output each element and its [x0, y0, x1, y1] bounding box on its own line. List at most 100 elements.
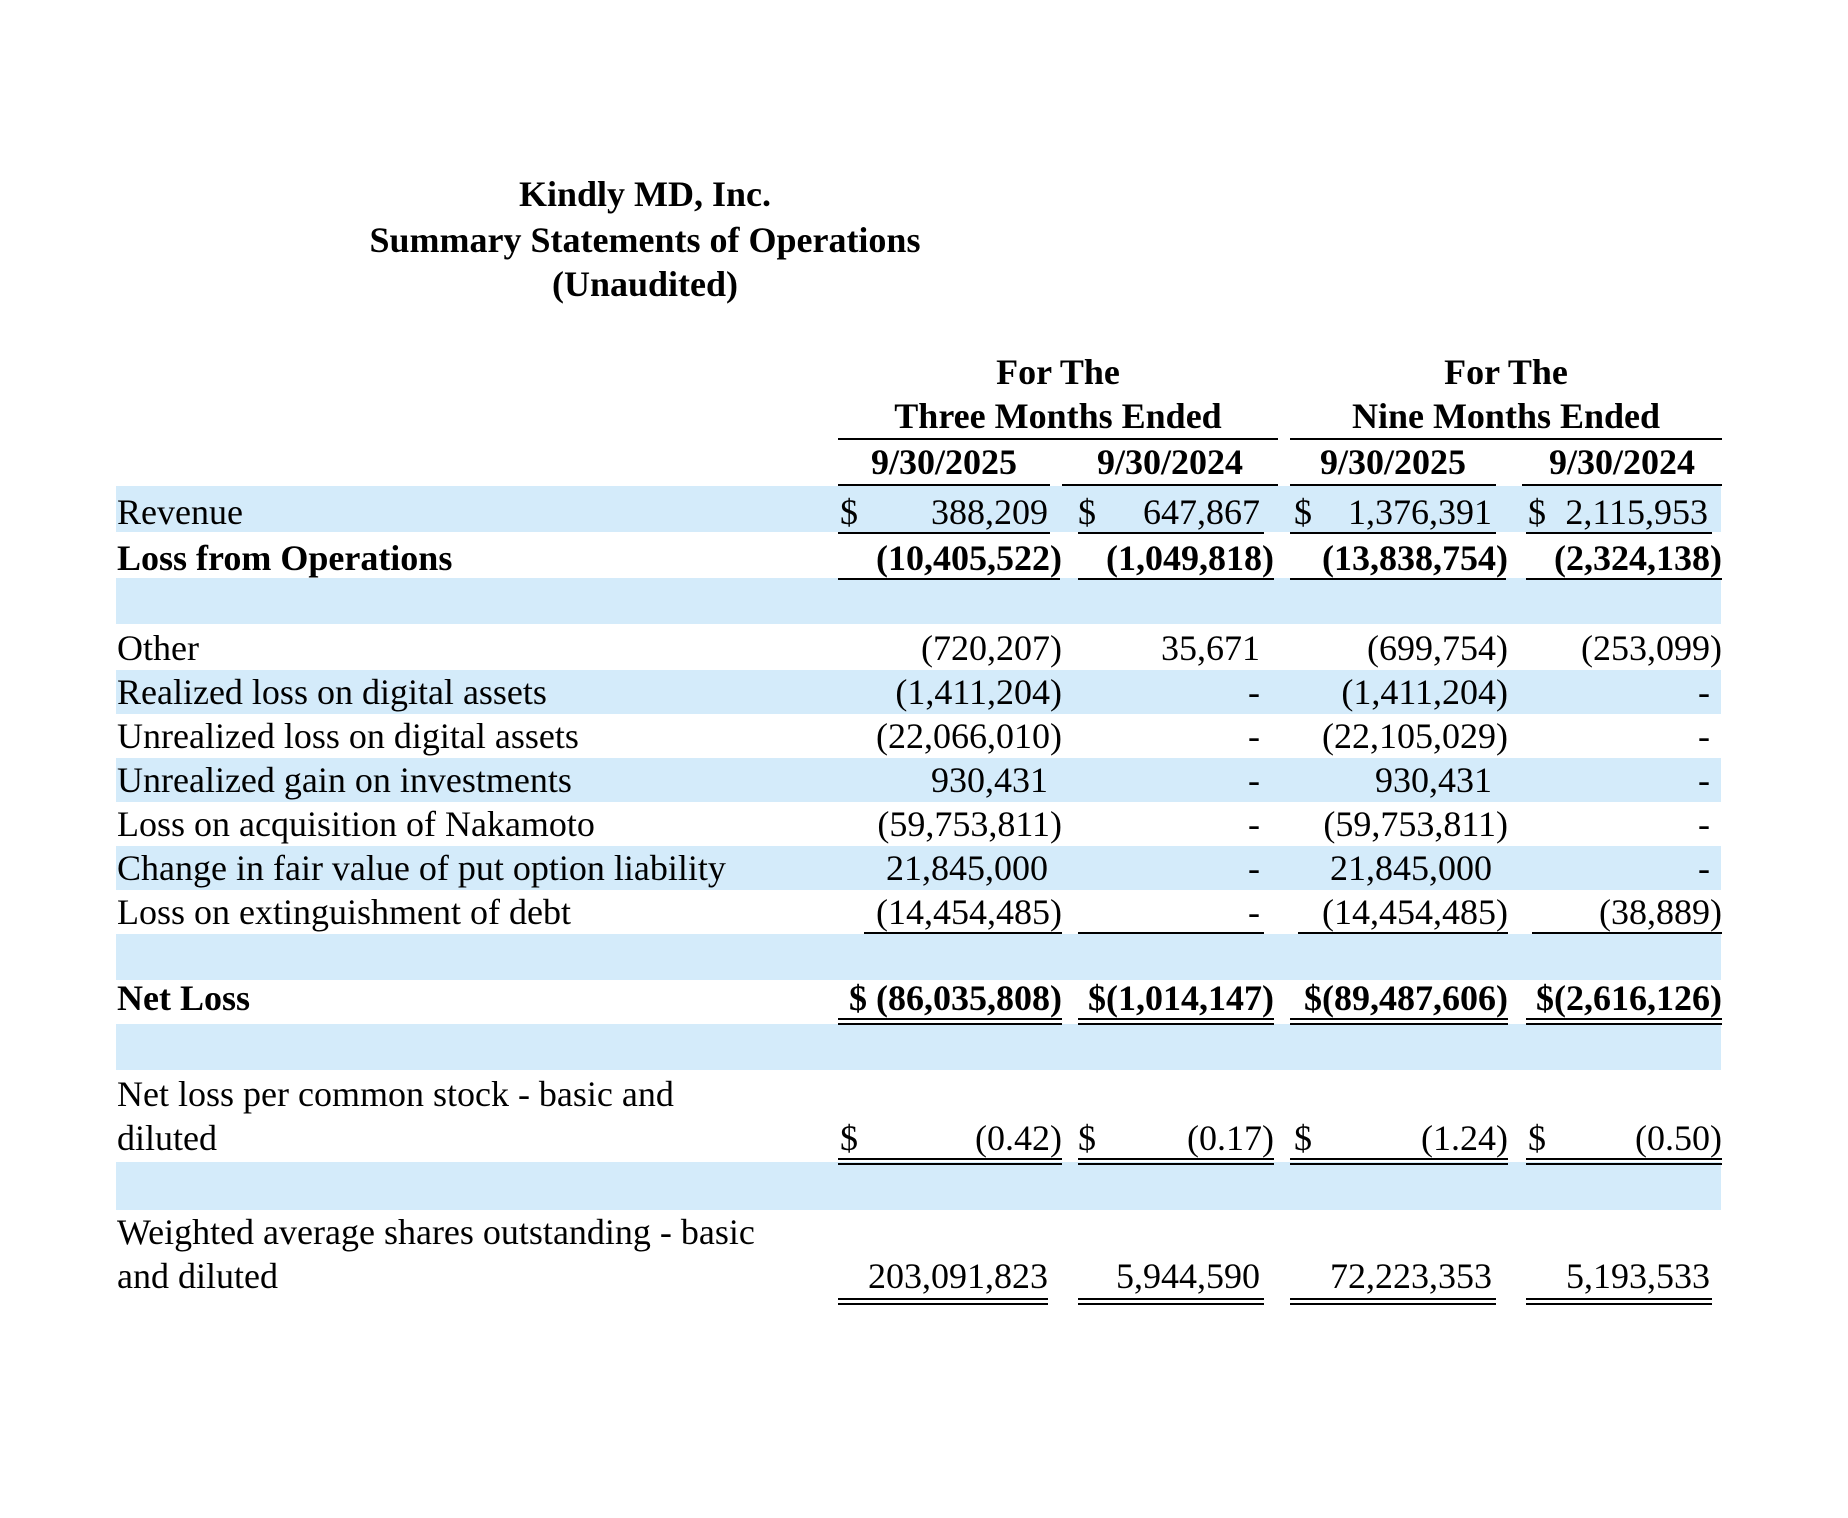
net-loss-per-share-double-underline-3	[1290, 1158, 1508, 1165]
row-label-loss-on-acquisition: Loss on acquisition of Nakamoto	[117, 804, 595, 844]
row-band-spacer-3	[116, 1024, 1721, 1070]
loss-on-acquisition-col3: (59,753,811)	[1323, 804, 1508, 844]
other-subtotal-underline-3	[1298, 932, 1508, 934]
currency-symbol: $	[1078, 1118, 1096, 1158]
revenue-underline-4	[1526, 532, 1712, 534]
weighted-shares-col4: 5,193,533	[1566, 1256, 1710, 1296]
nine-months-header-line2: Nine Months Ended	[1351, 396, 1661, 436]
weighted-shares-double-underline-1	[838, 1298, 1048, 1305]
weighted-shares-col3: 72,223,353	[1330, 1256, 1492, 1296]
unrealized-loss-col3: (22,105,029)	[1322, 716, 1508, 756]
net-loss-double-underline-3	[1290, 1018, 1508, 1025]
unrealized-gain-col1: 930,431	[931, 760, 1048, 800]
currency-symbol: $	[1294, 492, 1312, 532]
cell-value: 388,209	[931, 492, 1048, 532]
net-loss-per-share-double-underline-2	[1078, 1158, 1274, 1165]
cell-value: (0.42)	[975, 1118, 1062, 1158]
realized-loss-col2: -	[1248, 672, 1260, 712]
other-col2: 35,671	[1161, 628, 1260, 668]
row-band-spacer-4	[116, 1162, 1721, 1210]
cell-value: 2,115,953	[1565, 492, 1708, 532]
audit-status: (Unaudited)	[551, 264, 739, 304]
loss-on-extinguishment-col4: (38,889)	[1599, 892, 1722, 932]
loss-from-operations-underline-2	[1078, 578, 1274, 580]
revenue-underline-3	[1290, 532, 1496, 534]
net-loss-col3: $(89,487,606)	[1304, 978, 1508, 1018]
loss-from-operations-col4: (2,324,138)	[1554, 538, 1722, 578]
row-label-put-option-change: Change in fair value of put option liabi…	[117, 848, 726, 888]
other-col1: (720,207)	[921, 628, 1062, 668]
row-label-unrealized-gain: Unrealized gain on investments	[117, 760, 572, 800]
row-label-revenue: Revenue	[117, 492, 243, 532]
cell-value: (1.24)	[1421, 1118, 1508, 1158]
cell-value: (0.17)	[1187, 1118, 1274, 1158]
row-label-unrealized-loss: Unrealized loss on digital assets	[117, 716, 579, 756]
loss-on-extinguishment-col2: -	[1248, 892, 1260, 932]
loss-on-extinguishment-col1: (14,454,485)	[876, 892, 1062, 932]
net-loss-double-underline-1	[838, 1018, 1062, 1025]
row-label-weighted-shares-line1: Weighted average shares outstanding - ba…	[117, 1212, 755, 1252]
statement-title: Summary Statements of Operations	[369, 220, 921, 260]
loss-on-extinguishment-col3: (14,454,485)	[1322, 892, 1508, 932]
other-col4: (253,099)	[1581, 628, 1722, 668]
column-header-4: 9/30/2024	[1548, 442, 1695, 482]
row-label-net-loss-per-share-line1: Net loss per common stock - basic and	[117, 1074, 674, 1114]
row-label-loss-on-extinguishment: Loss on extinguishment of debt	[117, 892, 571, 932]
loss-from-operations-underline-4	[1526, 578, 1722, 580]
loss-from-operations-underline-1	[838, 578, 1060, 580]
row-band-spacer-1	[116, 578, 1721, 624]
net-loss-col2: $(1,014,147)	[1088, 978, 1274, 1018]
unrealized-gain-col2: -	[1248, 760, 1260, 800]
column-header-3: 9/30/2025	[1319, 442, 1466, 482]
currency-symbol: $	[840, 492, 858, 532]
loss-on-acquisition-col4: -	[1698, 804, 1710, 844]
put-option-change-col3: 21,845,000	[1330, 848, 1492, 888]
weighted-shares-double-underline-4	[1526, 1298, 1712, 1305]
unrealized-gain-col3: 930,431	[1375, 760, 1492, 800]
company-name: Kindly MD, Inc.	[518, 174, 772, 214]
net-loss-col4: $(2,616,126)	[1536, 978, 1722, 1018]
loss-on-acquisition-col1: (59,753,811)	[877, 804, 1062, 844]
other-subtotal-underline-4	[1532, 932, 1722, 934]
put-option-change-col1: 21,845,000	[886, 848, 1048, 888]
net-loss-per-share-double-underline-1	[838, 1158, 1062, 1165]
row-label-other: Other	[117, 628, 199, 668]
unrealized-loss-col1: (22,066,010)	[876, 716, 1062, 756]
other-subtotal-underline-2	[1078, 932, 1264, 934]
row-band-spacer-2	[116, 934, 1721, 980]
cell-value: (0.50)	[1635, 1118, 1722, 1158]
loss-from-operations-col3: (13,838,754)	[1322, 538, 1508, 578]
currency-symbol: $	[1528, 1118, 1546, 1158]
three-months-header-line1: For The	[996, 352, 1120, 392]
put-option-change-col4: -	[1698, 848, 1710, 888]
loss-on-acquisition-col2: -	[1248, 804, 1260, 844]
row-label-net-loss-per-share-line2: diluted	[117, 1118, 217, 1158]
realized-loss-col1: (1,411,204)	[895, 672, 1062, 712]
put-option-change-col2: -	[1248, 848, 1260, 888]
currency-symbol: $	[840, 1118, 858, 1158]
realized-loss-col3: (1,411,204)	[1341, 672, 1508, 712]
nine-months-header-line1: For The	[1444, 352, 1568, 392]
unrealized-loss-col4: -	[1698, 716, 1710, 756]
loss-from-operations-col1: (10,405,522)	[876, 538, 1062, 578]
currency-symbol: $	[1078, 492, 1096, 532]
currency-symbol: $	[1294, 1118, 1312, 1158]
row-label-realized-loss: Realized loss on digital assets	[117, 672, 547, 712]
weighted-shares-col2: 5,944,590	[1116, 1256, 1260, 1296]
revenue-underline-1	[838, 532, 1050, 534]
loss-from-operations-underline-3	[1290, 578, 1506, 580]
financial-statement-page: Kindly MD, Inc. Summary Statements of Op…	[0, 0, 1848, 1518]
revenue-underline-2	[1078, 532, 1264, 534]
weighted-shares-col1: 203,091,823	[868, 1256, 1048, 1296]
cell-value: 647,867	[1143, 492, 1260, 532]
column-header-2: 9/30/2024	[1096, 442, 1243, 482]
other-col3: (699,754)	[1367, 628, 1508, 668]
row-label-net-loss: Net Loss	[117, 978, 250, 1018]
loss-from-operations-col2: (1,049,818)	[1106, 538, 1274, 578]
unrealized-loss-col2: -	[1248, 716, 1260, 756]
row-label-loss-from-operations: Loss from Operations	[117, 538, 453, 578]
weighted-shares-double-underline-2	[1078, 1298, 1264, 1305]
net-loss-per-share-double-underline-4	[1526, 1158, 1722, 1165]
net-loss-col1: $ (86,035,808)	[849, 978, 1062, 1018]
other-subtotal-underline-1	[864, 932, 1062, 934]
